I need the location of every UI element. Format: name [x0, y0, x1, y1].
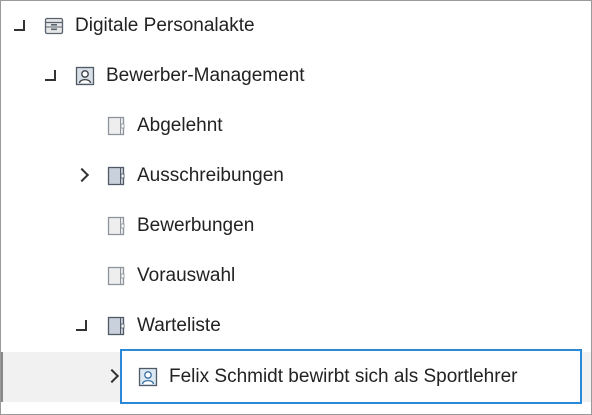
expand-toggle-icon[interactable]: [11, 1, 31, 51]
chevron-right-icon[interactable]: [75, 151, 95, 201]
tree-node-vorauswahl[interactable]: Vorauswahl: [1, 251, 591, 301]
person-folder-icon: [75, 66, 95, 86]
document-icon: [106, 266, 126, 286]
expand-toggle-icon[interactable]: [42, 51, 62, 101]
tree-node-warteliste[interactable]: Warteliste: [1, 301, 591, 351]
tree-node-bewerbungen[interactable]: Bewerbungen: [1, 201, 591, 251]
tree-node-label: Bewerber-Management: [106, 65, 305, 86]
cabinet-icon: [44, 16, 64, 36]
tree-node-bewerber-management[interactable]: Bewerber-Management: [1, 51, 591, 101]
expand-toggle-icon[interactable]: [73, 301, 93, 351]
folder-icon: [106, 316, 126, 336]
tree-node-label: Bewerbungen: [137, 215, 255, 236]
tree-view: Digitale Personalakte Bewerber-Managemen…: [0, 0, 592, 415]
tree-node-label: Digitale Personalakte: [75, 15, 255, 36]
person-file-icon: [138, 367, 158, 387]
tree-node-label: Vorauswahl: [137, 265, 236, 286]
selected-tree-node[interactable]: Felix Schmidt bewirbt sich als Sportlehr…: [120, 349, 582, 404]
tree-node-label: Felix Schmidt bewirbt sich als Sportlehr…: [169, 366, 518, 387]
document-icon: [106, 216, 126, 236]
tree-node-label: Warteliste: [137, 315, 221, 336]
tree-node-label: Abgelehnt: [137, 115, 223, 136]
tree-node-digitale-personalakte[interactable]: Digitale Personalakte: [1, 1, 591, 51]
tree-node-label: Ausschreibungen: [137, 165, 284, 186]
folder-icon: [106, 166, 126, 186]
tree-node-ausschreibungen[interactable]: Ausschreibungen: [1, 151, 591, 201]
tree-node-abgelehnt[interactable]: Abgelehnt: [1, 101, 591, 151]
document-icon: [106, 116, 126, 136]
